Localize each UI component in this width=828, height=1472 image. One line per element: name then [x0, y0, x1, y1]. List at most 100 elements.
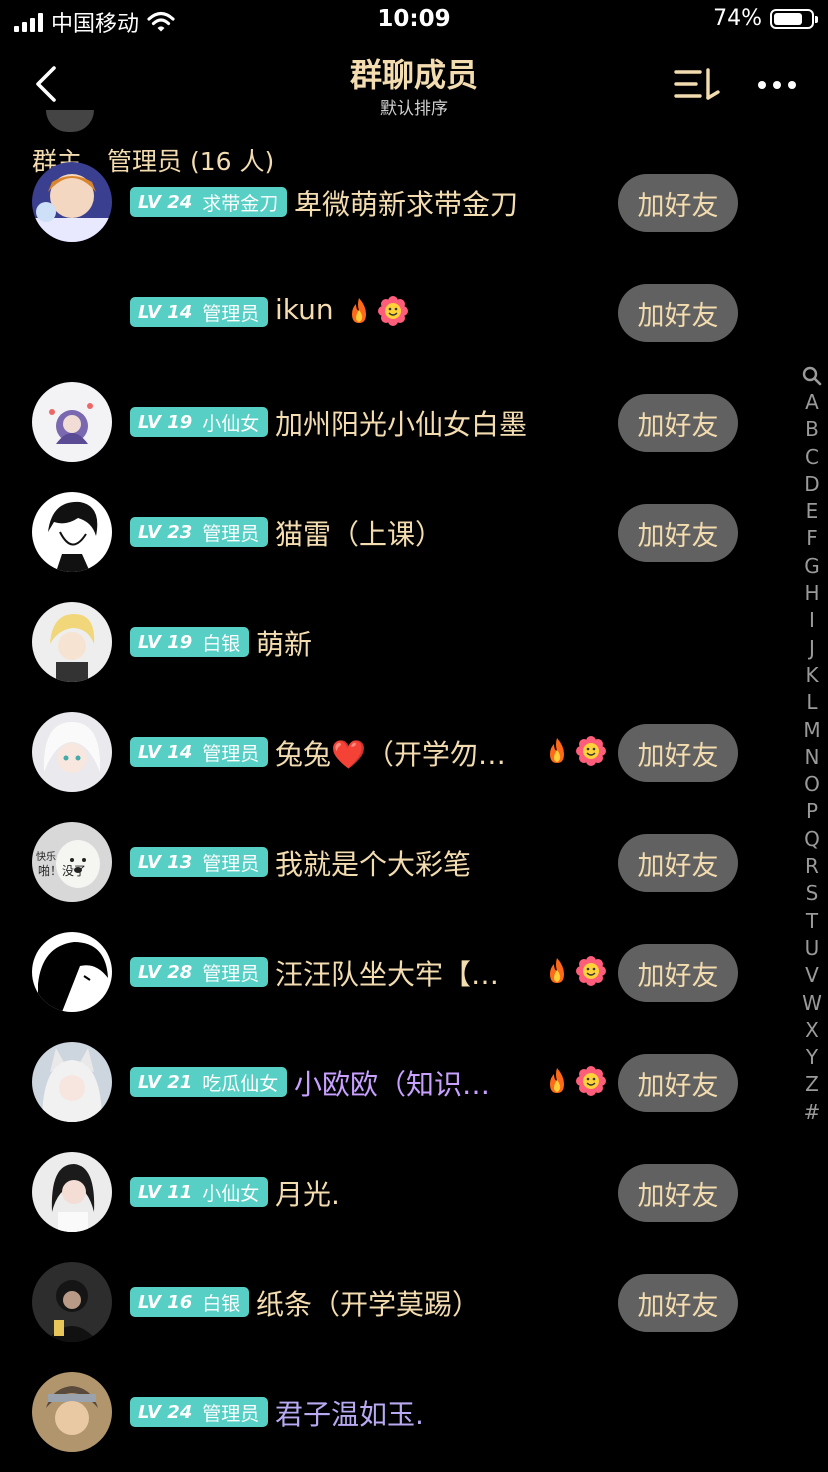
- index-letter-s[interactable]: S: [796, 880, 828, 907]
- index-letter-i[interactable]: I: [796, 607, 828, 634]
- level-badge: LV 16 白银: [130, 1287, 250, 1317]
- avatar[interactable]: 快乐 啪！没了: [32, 822, 112, 902]
- member-row[interactable]: LV 16 白银 纸条（开学莫踢） 加好友: [0, 1248, 780, 1358]
- member-row[interactable]: LV 11 小仙女 月光. 加好友: [0, 1138, 780, 1248]
- level-text: LV 21: [138, 1071, 193, 1093]
- index-letter-x[interactable]: X: [796, 1017, 828, 1044]
- member-row[interactable]: LV 24管理员君子温如玉.加好友: [0, 1358, 780, 1468]
- add-friend-button[interactable]: 加好友: [618, 944, 738, 1002]
- role-text: 管理员: [202, 742, 260, 765]
- flower-icon: [576, 1066, 606, 1096]
- index-letter-w[interactable]: W: [796, 990, 828, 1017]
- member-row[interactable]: LV 21 吃瓜仙女 小欧欧（知识… 加好友: [0, 1028, 780, 1138]
- index-letter-j[interactable]: J: [796, 635, 828, 662]
- index-letter-f[interactable]: F: [796, 525, 828, 552]
- avatar[interactable]: [32, 492, 112, 572]
- avatar-caption: 快乐: [36, 852, 56, 863]
- index-letter-m[interactable]: M: [796, 717, 828, 744]
- index-letter-u[interactable]: U: [796, 935, 828, 962]
- level-badge: LV 23 管理员: [130, 517, 269, 547]
- avatar[interactable]: [32, 712, 112, 792]
- index-letter-d[interactable]: D: [796, 471, 828, 498]
- nav-bar: 群聊成员 默认排序: [0, 48, 828, 124]
- more-icon[interactable]: [756, 68, 798, 102]
- avatar[interactable]: [32, 932, 112, 1012]
- index-search-icon[interactable]: [796, 362, 828, 389]
- index-letter-a[interactable]: A: [796, 389, 828, 416]
- member-row[interactable]: LV 24 求带金刀 卑微萌新求带金刀 加好友: [0, 148, 780, 258]
- member-row[interactable]: LV 14 管理员 ikun 加好友: [0, 258, 780, 368]
- avatar[interactable]: [32, 602, 112, 682]
- avatar[interactable]: [32, 1042, 112, 1122]
- index-letter-q[interactable]: Q: [796, 826, 828, 853]
- level-badge: LV 14 管理员: [130, 297, 269, 327]
- index-letter-h[interactable]: H: [796, 580, 828, 607]
- fire-icon: [344, 296, 374, 326]
- role-text: 管理员: [202, 962, 260, 985]
- add-friend-button[interactable]: 加好友: [618, 174, 738, 232]
- index-letter-t[interactable]: T: [796, 908, 828, 935]
- level-text: LV 28: [138, 961, 193, 983]
- role-text: 白银: [202, 632, 241, 655]
- role-text: 小仙女: [202, 412, 260, 435]
- member-name: 纸条（开学莫踢）: [255, 1288, 480, 1321]
- member-row[interactable]: LV 14 管理员 兔兔❤️（开学勿… 加好友: [0, 698, 780, 808]
- index-letter-hash[interactable]: #: [796, 1099, 828, 1126]
- index-letter-n[interactable]: N: [796, 744, 828, 771]
- member-row[interactable]: LV 19白银萌新加好友: [0, 588, 780, 698]
- add-friend-button[interactable]: 加好友: [618, 394, 738, 452]
- avatar[interactable]: [32, 162, 112, 242]
- level-text: LV 19: [138, 631, 193, 653]
- index-letter-p[interactable]: P: [796, 798, 828, 825]
- add-friend-button[interactable]: 加好友: [618, 284, 738, 342]
- index-letter-o[interactable]: O: [796, 771, 828, 798]
- avatar[interactable]: [32, 1372, 112, 1452]
- role-text: 管理员: [202, 1402, 260, 1425]
- sort-icon[interactable]: [672, 64, 724, 106]
- member-row[interactable]: LV 28 管理员 汪汪队坐大牢【… 加好友: [0, 918, 780, 1028]
- level-text: LV 24: [138, 1401, 193, 1423]
- avatar[interactable]: [32, 1262, 112, 1342]
- index-letter-l[interactable]: L: [796, 689, 828, 716]
- index-letter-k[interactable]: K: [796, 662, 828, 689]
- fire-icon: [542, 1066, 572, 1096]
- role-text: 吃瓜仙女: [202, 1072, 279, 1095]
- role-text: 管理员: [202, 852, 260, 875]
- member-name: 萌新: [255, 628, 312, 661]
- index-letter-c[interactable]: C: [796, 444, 828, 471]
- index-letter-b[interactable]: B: [796, 416, 828, 443]
- index-letter-e[interactable]: E: [796, 498, 828, 525]
- level-text: LV 19: [138, 411, 193, 433]
- level-badge: LV 24 管理员: [130, 1397, 269, 1427]
- role-text: 管理员: [202, 302, 260, 325]
- level-badge: LV 28 管理员: [130, 957, 269, 987]
- role-text: 小仙女: [202, 1182, 260, 1205]
- index-letter-y[interactable]: Y: [796, 1044, 828, 1071]
- index-letter-r[interactable]: R: [796, 853, 828, 880]
- level-badge: LV 19 小仙女: [130, 407, 269, 437]
- level-text: LV 11: [138, 1181, 193, 1203]
- member-row[interactable]: LV 23 管理员 猫雷（上课） 加好友: [0, 478, 780, 588]
- avatar[interactable]: [32, 1152, 112, 1232]
- add-friend-button[interactable]: 加好友: [618, 1164, 738, 1222]
- avatar[interactable]: [32, 382, 112, 462]
- status-bar: 中国移动 10:09 74%: [0, 0, 828, 44]
- member-row[interactable]: 快乐 啪！没了 LV 13 管理员 我就是个大彩笔 加好友: [0, 808, 780, 918]
- member-name: 猫雷（上课）: [274, 518, 443, 551]
- add-friend-button[interactable]: 加好友: [618, 1274, 738, 1332]
- member-list: LV 24 求带金刀 卑微萌新求带金刀 加好友 LV 14 管理员 ikun 加好友 LV 19…: [0, 148, 780, 1468]
- index-letter-g[interactable]: G: [796, 553, 828, 580]
- add-friend-button[interactable]: 加好友: [618, 724, 738, 782]
- member-row[interactable]: LV 19 小仙女 加州阳光小仙女白墨 加好友: [0, 368, 780, 478]
- alphabet-index[interactable]: A B C D E F G H I J K L M N O P Q R S T U V W X Y Z #: [796, 362, 828, 1126]
- role-text: 白银: [202, 1292, 241, 1315]
- add-friend-button[interactable]: 加好友: [618, 1054, 738, 1112]
- index-letter-z[interactable]: Z: [796, 1071, 828, 1098]
- battery-percent: 74%: [713, 6, 762, 31]
- level-text: LV 13: [138, 851, 193, 873]
- level-badge: LV 13 管理员: [130, 847, 269, 877]
- add-friend-button[interactable]: 加好友: [618, 504, 738, 562]
- index-letter-v[interactable]: V: [796, 962, 828, 989]
- add-friend-button[interactable]: 加好友: [618, 834, 738, 892]
- level-badge: LV 19 白银: [130, 627, 250, 657]
